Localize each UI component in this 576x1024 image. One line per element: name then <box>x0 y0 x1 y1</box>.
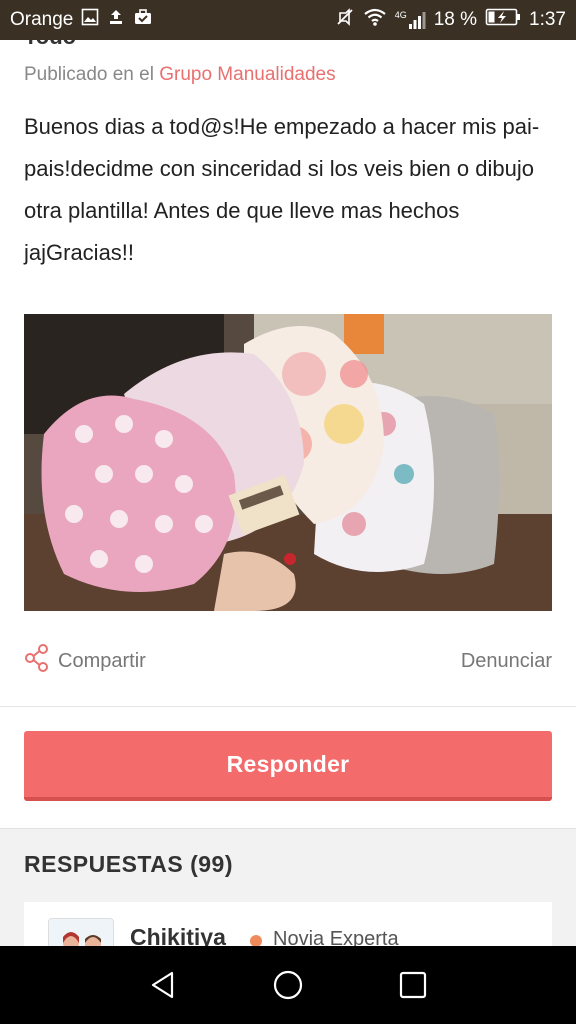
avatar[interactable] <box>48 918 114 946</box>
back-icon[interactable] <box>143 965 183 1005</box>
rank-label: Novia Experta <box>273 928 399 946</box>
status-bar: Orange 4G 18 % 1:37 <box>0 0 576 40</box>
post-actions: Compartir Denunciar <box>24 643 552 679</box>
carrier-name: Orange <box>10 9 74 30</box>
briefcase-check-icon <box>133 8 153 32</box>
recents-icon[interactable] <box>393 965 433 1005</box>
mute-vibrate-icon <box>335 7 355 33</box>
home-icon[interactable] <box>268 965 308 1005</box>
published-line: Publicado en el Grupo Manualidades <box>24 64 336 86</box>
rank-badge-icon <box>250 935 262 946</box>
report-button[interactable]: Denunciar <box>461 650 552 673</box>
divider <box>0 706 576 707</box>
system-nav-bar <box>0 946 576 1024</box>
group-link[interactable]: Grupo Manualidades <box>159 64 335 85</box>
signal-icon: 4G <box>395 10 426 30</box>
share-icon <box>24 643 50 679</box>
post-content: Todo Publicado en el Grupo Manualidades … <box>0 40 576 946</box>
answer-username[interactable]: Chikitiya <box>130 924 226 946</box>
post-body: Buenos dias a tod@s!He empezado a hacer … <box>24 114 540 265</box>
share-label: Compartir <box>58 649 146 672</box>
published-prefix: Publicado en el <box>24 64 160 85</box>
network-type: 4G <box>394 10 407 20</box>
upload-icon <box>107 8 125 32</box>
image-icon <box>81 8 99 32</box>
reply-button[interactable]: Responder <box>24 731 552 801</box>
wifi-icon <box>363 7 387 33</box>
battery-percent: 18 % <box>433 9 478 30</box>
answers-title: RESPUESTAS (99) <box>24 851 234 877</box>
post-title: Todo <box>24 40 76 50</box>
answer-card[interactable]: Chikitiya Novia Experta <box>24 902 552 946</box>
post-photo[interactable] <box>24 314 552 611</box>
answers-section: RESPUESTAS (99) Chikitiya Novia Experta <box>0 828 576 946</box>
battery-charging-icon <box>485 7 521 33</box>
clock: 1:37 <box>529 9 566 30</box>
share-button[interactable]: Compartir <box>24 643 146 679</box>
